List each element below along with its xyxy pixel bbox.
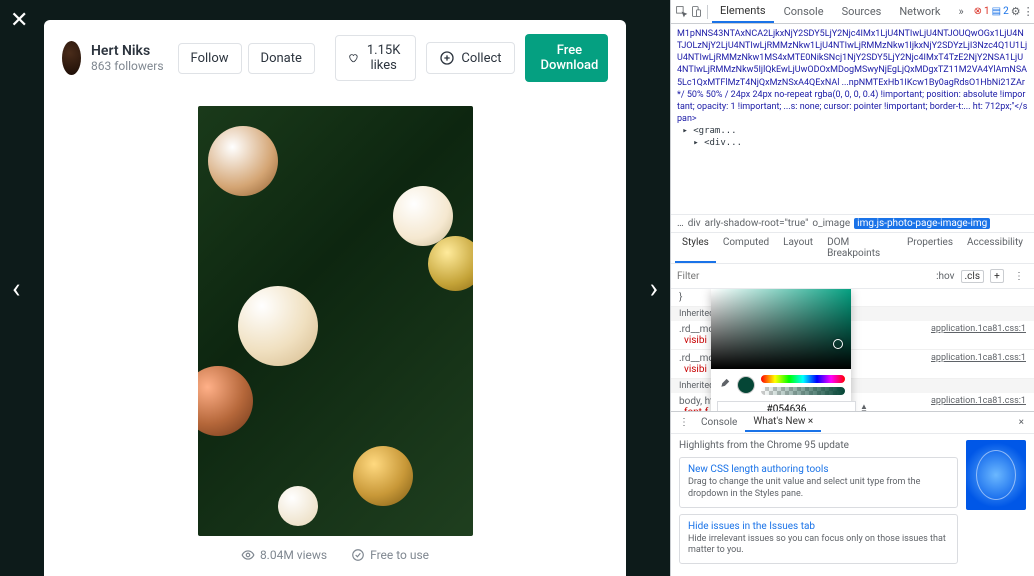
tip-desc: Drag to change the unit value and select… — [688, 477, 949, 500]
heart-icon — [348, 50, 358, 66]
like-button[interactable]: 1.15K likes — [335, 35, 417, 81]
cls-toggle[interactable]: .cls — [961, 270, 984, 283]
tab-sources[interactable]: Sources — [834, 1, 890, 22]
devtools-panel: Elements Console Sources Network » ⊗1 ▤2… — [670, 0, 1034, 576]
author-name[interactable]: Hert Niks — [91, 43, 164, 59]
follower-count: 863 followers — [91, 59, 164, 73]
download-button[interactable]: Free Download — [525, 34, 608, 82]
info-badge[interactable]: ▤2 — [992, 6, 1009, 17]
main-photo[interactable] — [198, 106, 473, 536]
format-toggle-icon[interactable]: ▲▼ — [860, 404, 868, 411]
subtab-computed[interactable]: Computed — [716, 233, 776, 263]
collect-label: Collect — [461, 51, 501, 66]
plus-circle-icon — [439, 50, 455, 66]
tip-link[interactable]: New CSS length authoring tools — [688, 464, 949, 475]
color-swatch — [737, 376, 755, 394]
check-circle-icon — [351, 548, 365, 562]
device-icon[interactable] — [690, 3, 703, 21]
drawer-menu-icon[interactable]: ⋮ — [675, 414, 693, 432]
styles-subtabs: Styles Computed Layout DOM Breakpoints P… — [671, 233, 1034, 264]
follow-button[interactable]: Follow — [178, 43, 242, 74]
author-block: Hert Niks 863 followers — [91, 43, 164, 73]
tip-link[interactable]: Hide issues in the Issues tab — [688, 521, 949, 532]
new-rule-button[interactable]: + — [990, 269, 1004, 283]
inspect-icon[interactable] — [675, 3, 688, 21]
hex-input[interactable] — [717, 401, 856, 411]
styles-filter-row: :hov .cls + ⋮ — [671, 264, 1034, 289]
page-backdrop: ✕ ‹ › Hert Niks 863 followers Follow Don… — [0, 0, 670, 576]
devtools-toolbar: Elements Console Sources Network » ⊗1 ▤2… — [671, 0, 1034, 24]
photo-meta: 8.04M views Free to use — [44, 538, 626, 576]
styles-pane[interactable]: } Inherited f application.1ca81.css:1.rd… — [671, 289, 1034, 411]
next-arrow-icon[interactable]: › — [650, 272, 658, 305]
subtab-styles[interactable]: Styles — [675, 233, 716, 263]
styles-more-icon[interactable]: ⋮ — [1010, 267, 1028, 285]
drawer-tabs: ⋮ Console What's New × × — [671, 412, 1034, 434]
error-badge[interactable]: ⊗1 — [974, 6, 990, 17]
drawer-tab-console[interactable]: Console — [693, 414, 745, 431]
breadcrumb[interactable]: … div arly-shadow-root="true" o_image im… — [671, 214, 1034, 233]
like-count: 1.15K likes — [364, 43, 404, 73]
subtab-layout[interactable]: Layout — [776, 233, 820, 263]
tab-elements[interactable]: Elements — [712, 0, 774, 23]
donate-button[interactable]: Donate — [248, 43, 315, 74]
eye-icon — [241, 548, 255, 562]
collect-button[interactable]: Collect — [426, 42, 514, 74]
tip-card: New CSS length authoring tools Drag to c… — [679, 457, 958, 507]
tab-console[interactable]: Console — [776, 1, 832, 22]
tip-desc: Hide irrelevant issues so you can focus … — [688, 534, 949, 557]
close-icon[interactable]: ✕ — [10, 8, 28, 33]
license-label: Free to use — [351, 548, 429, 562]
subtab-a11y[interactable]: Accessibility — [960, 233, 1030, 263]
tab-more[interactable]: » — [950, 1, 971, 22]
elements-tree[interactable]: M1pNNS43NTAxNCA2LjkxNjY2SDY5LjY2Njc4IMx1… — [671, 24, 1034, 214]
tip-card: Hide issues in the Issues tab Hide irrel… — [679, 514, 958, 564]
prev-arrow-icon[interactable]: ‹ — [12, 272, 20, 305]
highlights-heading: Highlights from the Chrome 95 update — [679, 440, 958, 451]
devtools-drawer: ⋮ Console What's New × × Highlights from… — [671, 411, 1034, 576]
photo-container — [44, 96, 626, 538]
alpha-slider[interactable] — [761, 387, 845, 395]
hue-slider[interactable] — [761, 375, 845, 383]
styles-filter-input[interactable] — [677, 271, 810, 282]
whatsnew-illustration — [966, 440, 1026, 510]
photo-modal: Hert Niks 863 followers Follow Donate 1.… — [44, 20, 626, 576]
subtab-dom[interactable]: DOM Breakpoints — [820, 233, 900, 263]
download-label: Free Download — [525, 34, 608, 82]
color-sv-field[interactable] — [711, 289, 851, 369]
views-count: 8.04M views — [241, 548, 327, 562]
eyedropper-icon[interactable] — [717, 378, 731, 392]
tab-network[interactable]: Network — [891, 1, 948, 22]
modal-header: Hert Niks 863 followers Follow Donate 1.… — [44, 20, 626, 96]
subtab-props[interactable]: Properties — [900, 233, 960, 263]
kebab-icon[interactable]: ⋮ — [1023, 3, 1034, 21]
hov-toggle[interactable]: :hov — [936, 271, 954, 282]
drawer-close-icon[interactable]: × — [1013, 417, 1030, 428]
avatar[interactable] — [62, 41, 81, 75]
gear-icon[interactable]: ⚙ — [1011, 3, 1021, 21]
color-picker: ▲▼ HEX No contrast information available — [711, 289, 851, 411]
author-actions: Follow Donate — [178, 43, 315, 74]
drawer-tab-whatsnew[interactable]: What's New × — [745, 413, 821, 432]
